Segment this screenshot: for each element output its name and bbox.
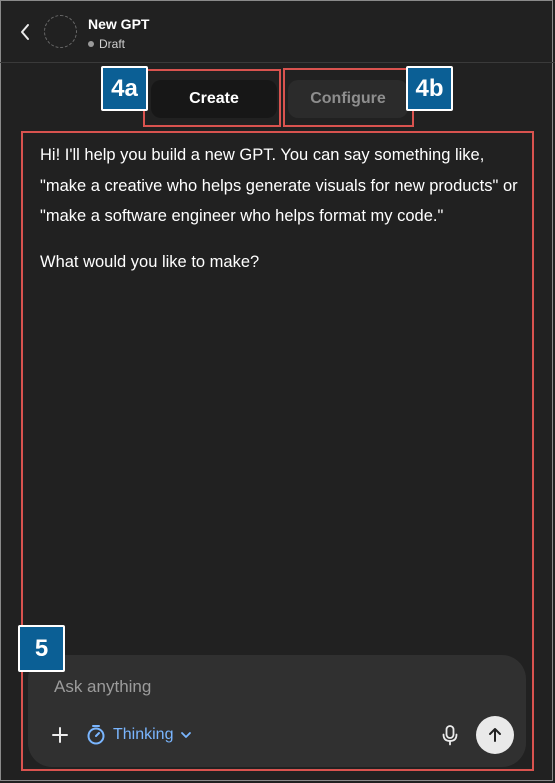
page-title: New GPT [88, 16, 150, 32]
tab-configure[interactable]: Configure [288, 80, 408, 118]
assistant-message: Hi! I'll help you build a new GPT. You c… [40, 140, 520, 292]
plus-icon [52, 727, 68, 743]
tab-create[interactable]: Create [151, 80, 277, 118]
send-button[interactable] [476, 716, 514, 754]
callout-badge-4a: 4a [101, 66, 148, 111]
gpt-avatar[interactable] [44, 15, 77, 48]
add-attachment-button[interactable] [48, 723, 72, 747]
back-button[interactable] [14, 19, 36, 45]
message-question: What would you like to make? [40, 252, 260, 271]
status-label: Draft [99, 37, 126, 51]
voice-input-button[interactable] [438, 722, 462, 748]
microphone-icon [442, 725, 458, 746]
status-indicator: Draft [88, 37, 125, 51]
thinking-mode-button[interactable]: Thinking [86, 721, 192, 749]
arrow-up-icon [489, 728, 501, 742]
composer: Thinking [28, 655, 526, 767]
header: New GPT Draft [0, 0, 555, 63]
callout-badge-5: 5 [18, 625, 65, 672]
chevron-down-icon [181, 732, 192, 738]
chat-input[interactable] [52, 673, 456, 701]
timer-icon [87, 725, 105, 745]
chevron-left-icon [21, 24, 29, 40]
callout-badge-4b: 4b [406, 66, 453, 111]
status-dot-icon [88, 41, 94, 47]
message-intro: Hi! I'll help you build a new GPT. You c… [40, 146, 518, 225]
thinking-mode-label: Thinking [113, 726, 174, 743]
